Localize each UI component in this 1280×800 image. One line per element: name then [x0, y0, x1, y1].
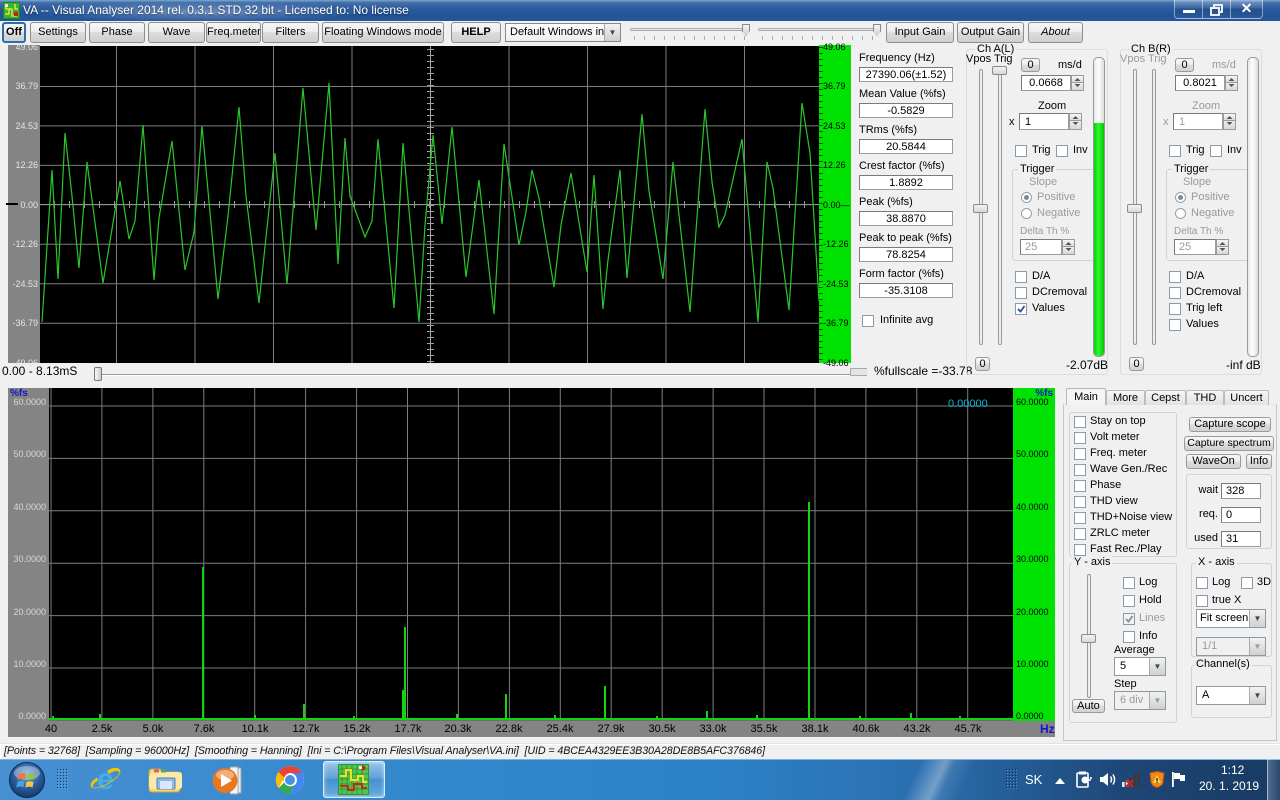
svg-text:e: e	[97, 763, 114, 796]
